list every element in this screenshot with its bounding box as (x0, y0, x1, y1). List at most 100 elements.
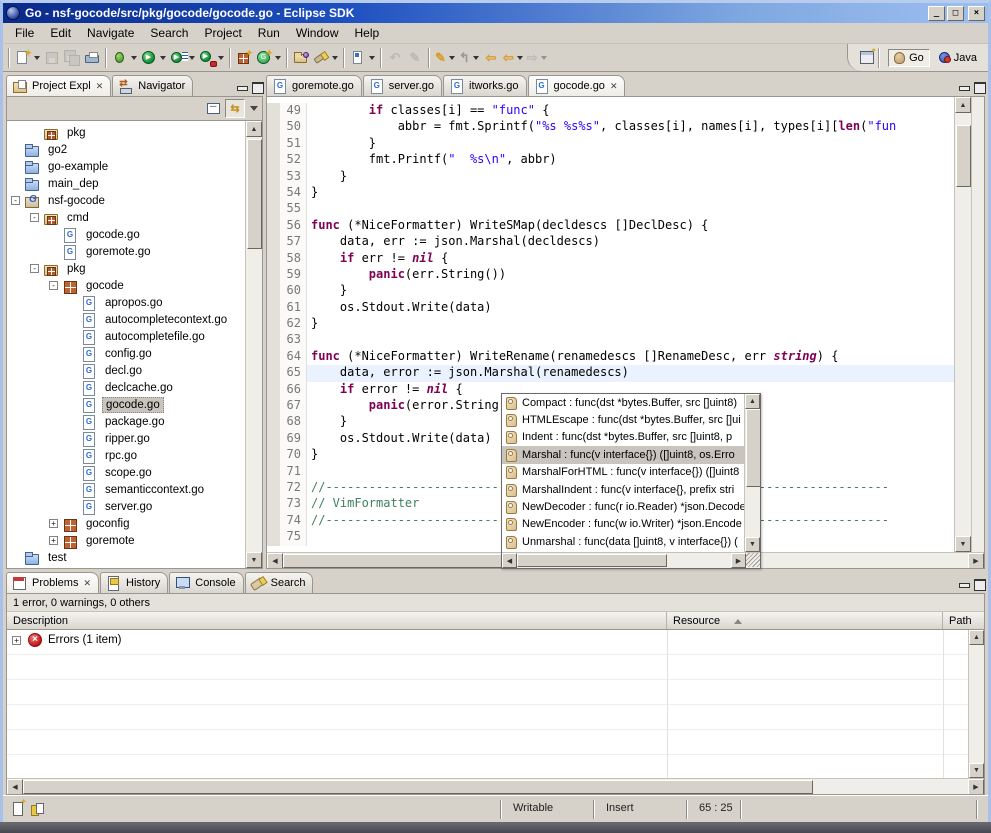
minimize-view-icon[interactable] (236, 82, 248, 92)
code-line-56[interactable]: 56func (*NiceFormatter) WriteSMap(declde… (267, 218, 954, 234)
column-header-description[interactable]: Description (7, 612, 667, 629)
completion-item-newencoder[interactable]: NewEncoder : func(w io.Writer) *json.Enc… (502, 516, 744, 533)
scroll-up-icon[interactable]: ▲ (969, 630, 984, 645)
scroll-up-icon[interactable]: ▲ (745, 394, 760, 409)
tab-gocode-go[interactable]: gocode.go✕ (528, 75, 626, 96)
tree-item-package-go[interactable]: package.go (7, 413, 245, 430)
scroll-down-icon[interactable]: ▼ (955, 536, 971, 552)
link-with-editor-icon[interactable]: ⇆ (225, 99, 245, 118)
new-wizard-button[interactable]: ✦ (13, 47, 42, 69)
editor-presentation-icon[interactable] (31, 803, 44, 816)
popup-horizontal-scrollbar[interactable]: ◀ ▶ (502, 552, 760, 568)
search-button[interactable] (311, 47, 340, 69)
dropdown-arrow-icon[interactable] (189, 56, 195, 63)
code-line-59[interactable]: 59 panic(err.String()) (267, 267, 954, 283)
tree-item-cmd[interactable]: -cmd (7, 209, 245, 226)
menu-navigate[interactable]: Navigate (79, 24, 142, 42)
scrollbar-thumb[interactable] (23, 780, 813, 794)
last-edit-location-button[interactable]: ✎ (433, 47, 457, 69)
close-icon[interactable]: ✕ (83, 578, 91, 589)
tree-item-scope-go[interactable]: scope.go (7, 464, 245, 481)
dropdown-arrow-icon[interactable] (275, 56, 281, 63)
scroll-left-icon[interactable]: ◀ (7, 779, 23, 795)
tree-item-go-example[interactable]: go-example (7, 158, 245, 175)
tree-item-gocode[interactable]: -gocode (7, 277, 245, 294)
tree-item-decl-go[interactable]: decl.go (7, 362, 245, 379)
code-line-49[interactable]: 49 if classes[i] == "func" { (267, 103, 954, 119)
tab-navigator[interactable]: Navigator (112, 75, 193, 96)
save-all-button[interactable] (62, 47, 82, 69)
minimize-button[interactable]: _ (928, 6, 945, 21)
tab-console[interactable]: Console (169, 572, 243, 593)
new-package-button[interactable]: ✦ (234, 47, 254, 69)
minimize-view-icon[interactable] (958, 82, 970, 92)
problems-row-errors-1-item-[interactable]: +Errors (1 item) (7, 630, 968, 650)
scrollbar-thumb[interactable] (247, 139, 262, 249)
menu-window[interactable]: Window (288, 24, 347, 42)
completion-item-indent[interactable]: Indent : func(dst *bytes.Buffer, src []u… (502, 429, 744, 446)
open-perspective-icon[interactable] (860, 51, 874, 64)
tree-item-go2[interactable]: go2 (7, 141, 245, 158)
tree-item-autocompletefile-go[interactable]: autocompletefile.go (7, 328, 245, 345)
scroll-up-icon[interactable]: ▲ (955, 97, 971, 113)
code-line-53[interactable]: 53 } (267, 169, 954, 185)
popup-resize-grip[interactable] (746, 553, 760, 567)
tree-vertical-scrollbar[interactable]: ▲ ▼ (245, 121, 262, 568)
completion-item-marshalforhtml[interactable]: MarshalForHTML : func(v interface{}) ([]… (502, 464, 744, 481)
tree-item-nsf-gocode[interactable]: -nsf-gocode (7, 192, 245, 209)
tree-item-pkg[interactable]: pkg (7, 124, 245, 141)
tree-item-autocompletecontext-go[interactable]: autocompletecontext.go (7, 311, 245, 328)
scroll-left-icon[interactable]: ◀ (502, 553, 517, 568)
tree-item-config-go[interactable]: config.go (7, 345, 245, 362)
save-button[interactable] (42, 47, 62, 69)
format-button[interactable]: ✎ (405, 47, 425, 69)
run-last-button[interactable]: ▶ (197, 47, 226, 69)
dropdown-arrow-icon[interactable] (473, 56, 479, 63)
dropdown-arrow-icon[interactable] (34, 56, 40, 63)
column-header-resource[interactable]: Resource (667, 612, 943, 629)
maximize-view-icon[interactable] (973, 579, 985, 589)
scroll-down-icon[interactable]: ▼ (969, 763, 984, 778)
problems-vertical-scrollbar[interactable]: ▲ ▼ (968, 630, 984, 778)
tree-item-main-dep[interactable]: main_dep (7, 175, 245, 192)
tab-server-go[interactable]: server.go (363, 75, 442, 96)
dropdown-arrow-icon[interactable] (131, 56, 137, 63)
completion-item-marshal[interactable]: Marshal : func(v interface{}) ([]uint8, … (502, 446, 744, 463)
tree-item-ripper-go[interactable]: ripper.go (7, 430, 245, 447)
perspective-java-button[interactable]: Java (934, 50, 982, 66)
code-line-60[interactable]: 60 } (267, 283, 954, 299)
menu-file[interactable]: File (7, 24, 42, 42)
open-type-button[interactable] (291, 47, 311, 69)
menu-help[interactable]: Help (347, 24, 388, 42)
forward-button[interactable]: ⇨ (525, 47, 549, 69)
problems-horizontal-scrollbar[interactable]: ◀ ▶ (7, 778, 984, 794)
dropdown-arrow-icon[interactable] (369, 56, 375, 63)
completion-item-newdecoder[interactable]: NewDecoder : func(r io.Reader) *json.Dec… (502, 498, 744, 515)
scroll-up-icon[interactable]: ▲ (246, 121, 262, 137)
minimize-view-icon[interactable] (958, 579, 970, 589)
scroll-right-icon[interactable]: ▶ (968, 779, 984, 795)
scroll-right-icon[interactable]: ▶ (731, 553, 746, 568)
back-to-button[interactable]: ⇦ (481, 47, 501, 69)
collapse-all-icon[interactable] (207, 103, 220, 114)
code-line-54[interactable]: 54} (267, 185, 954, 201)
code-line-50[interactable]: 50 abbr = fmt.Sprintf("%s %s%s", classes… (267, 119, 954, 135)
tree-item-goremote-go[interactable]: goremote.go (7, 243, 245, 260)
run-history-button[interactable]: ▶ (168, 47, 197, 69)
go-into-button[interactable]: ↰ (457, 47, 481, 69)
close-icon[interactable]: ✕ (96, 81, 104, 92)
back-button[interactable]: ⇦ (501, 47, 525, 69)
dropdown-arrow-icon[interactable] (541, 56, 547, 63)
debug-button[interactable] (110, 47, 139, 69)
dropdown-arrow-icon[interactable] (218, 56, 224, 63)
dropdown-arrow-icon[interactable] (160, 56, 166, 63)
menu-search[interactable]: Search (142, 24, 196, 42)
code-line-63[interactable]: 63 (267, 332, 954, 348)
code-line-61[interactable]: 61 os.Stdout.Write(data) (267, 300, 954, 316)
close-icon[interactable]: ✕ (610, 81, 618, 92)
tab-itworks-go[interactable]: itworks.go (443, 75, 527, 96)
expander-minus-icon[interactable]: - (11, 196, 20, 205)
scroll-right-icon[interactable]: ▶ (968, 553, 984, 569)
scroll-down-icon[interactable]: ▼ (745, 537, 760, 552)
tab-project-expl[interactable]: Project Expl✕ (6, 75, 111, 96)
